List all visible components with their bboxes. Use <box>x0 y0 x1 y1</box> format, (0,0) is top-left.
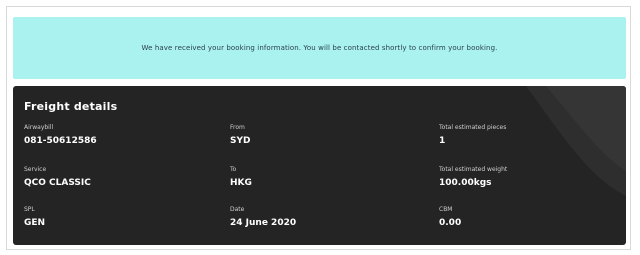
pieces-value: 1 <box>439 136 446 146</box>
to-field: To HKG <box>230 166 252 189</box>
airwaybill-value: 081-50612586 <box>24 136 97 146</box>
cbm-label: CBM <box>439 206 453 213</box>
date-value: 24 June 2020 <box>230 218 297 228</box>
airwaybill-field: Airwaybill 081-50612586 <box>24 124 97 147</box>
service-value: QCO CLASSIC <box>24 178 91 188</box>
freight-details-panel: Freight details Airwaybill 081-50612586 … <box>13 86 626 245</box>
service-label: Service <box>24 166 47 173</box>
freight-details-title: Freight details <box>24 100 118 113</box>
date-label: Date <box>230 206 245 213</box>
booking-notice-message: We have received your booking informatio… <box>141 44 498 52</box>
to-value: HKG <box>230 178 252 188</box>
spl-label: SPL <box>24 206 35 213</box>
from-label: From <box>230 124 245 131</box>
booking-confirmation-card: We have received your booking informatio… <box>6 6 631 250</box>
from-value: SYD <box>230 136 251 146</box>
weight-field: Total estimated weight 100.00kgs <box>439 166 507 189</box>
pieces-label: Total estimated pieces <box>439 124 507 131</box>
date-field: Date 24 June 2020 <box>230 206 296 229</box>
cbm-field: CBM 0.00 <box>439 206 461 229</box>
pieces-field: Total estimated pieces 1 <box>439 124 506 147</box>
spl-field: SPL GEN <box>24 206 45 229</box>
spl-value: GEN <box>24 218 46 228</box>
cbm-value: 0.00 <box>439 218 462 228</box>
service-field: Service QCO CLASSIC <box>24 166 91 189</box>
weight-label: Total estimated weight <box>439 166 508 173</box>
airwaybill-label: Airwaybill <box>24 124 54 131</box>
weight-value: 100.00kgs <box>439 178 492 188</box>
from-field: From SYD <box>230 124 250 147</box>
booking-notice-banner: We have received your booking informatio… <box>13 17 626 79</box>
to-label: To <box>230 166 237 173</box>
